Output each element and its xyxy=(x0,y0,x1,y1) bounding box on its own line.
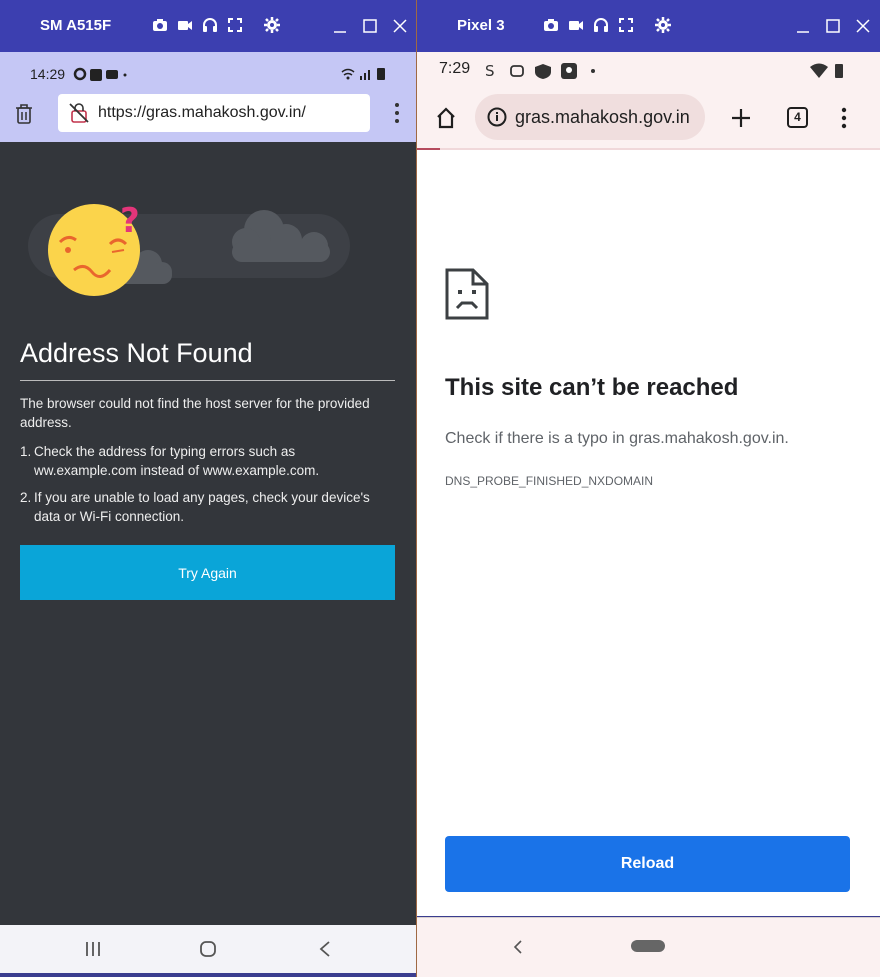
settings-icon[interactable] xyxy=(264,17,280,33)
minimize-icon[interactable] xyxy=(332,17,348,35)
error-page: This site can’t be reached Check if ther… xyxy=(417,150,880,916)
error-code: DNS_PROBE_FINISHED_NXDOMAIN xyxy=(445,474,654,488)
headphones-icon[interactable] xyxy=(202,17,218,33)
info-icon[interactable] xyxy=(487,107,507,127)
home-icon[interactable] xyxy=(199,940,217,958)
list-text: Check the address for typing errors such… xyxy=(34,444,320,478)
error-heading: Address Not Found xyxy=(20,338,253,368)
nav-bar xyxy=(0,925,416,973)
divider xyxy=(20,380,395,381)
fullscreen-icon[interactable] xyxy=(618,17,634,33)
close-icon[interactable] xyxy=(392,17,408,35)
camera-icon[interactable] xyxy=(152,17,168,33)
address-bar[interactable]: https://gras.mahakosh.gov.in/ xyxy=(58,94,370,132)
reload-button[interactable]: Reload xyxy=(445,836,850,892)
window-titlebar[interactable]: Pixel 3 xyxy=(417,0,880,52)
wifi-battery-icons xyxy=(810,63,843,78)
video-icon[interactable] xyxy=(177,17,193,33)
recents-icon[interactable] xyxy=(84,941,102,957)
more-vert-icon[interactable] xyxy=(841,107,847,129)
error-illustration: ? xyxy=(28,201,350,296)
wifi-signal-battery-icons xyxy=(341,68,385,80)
list-text: If you are unable to load any pages, che… xyxy=(34,490,370,524)
tab-count: 4 xyxy=(794,110,801,124)
no-lock-icon[interactable] xyxy=(68,102,90,124)
list-number: 2. xyxy=(20,490,32,505)
sad-document-icon xyxy=(445,268,489,320)
status-time: 14:29 xyxy=(30,66,66,82)
video-icon[interactable] xyxy=(568,17,584,33)
notification-icons xyxy=(73,67,127,81)
browser-toolbar: gras.mahakosh.gov.in 4 xyxy=(417,92,880,148)
error-page: ? Address Not Found The browser could no… xyxy=(0,142,416,925)
list-item: 1. Check the address for typing errors s… xyxy=(20,442,395,480)
status-bar: 7:29 S xyxy=(417,52,880,92)
home-icon[interactable] xyxy=(435,107,457,129)
url-text: https://gras.mahakosh.gov.in/ xyxy=(98,104,306,121)
list-item: 2. If you are unable to load any pages, … xyxy=(20,488,395,526)
address-bar[interactable]: gras.mahakosh.gov.in xyxy=(475,94,705,140)
plus-icon[interactable] xyxy=(731,108,751,128)
error-body: The browser could not find the host serv… xyxy=(20,394,395,534)
home-pill-icon[interactable] xyxy=(631,940,665,952)
svg-text:S: S xyxy=(485,62,495,80)
minimize-icon[interactable] xyxy=(795,17,811,35)
try-again-button[interactable]: Try Again xyxy=(20,545,395,600)
tabs-icon[interactable]: 4 xyxy=(787,107,808,128)
error-description: The browser could not find the host serv… xyxy=(20,396,370,430)
maximize-icon[interactable] xyxy=(825,17,841,35)
error-heading: This site can’t be reached xyxy=(445,374,739,401)
status-time: 7:29 xyxy=(439,60,471,77)
fullscreen-icon[interactable] xyxy=(227,17,243,33)
maximize-icon[interactable] xyxy=(362,17,378,35)
more-vert-icon[interactable] xyxy=(394,102,400,124)
status-bar: 14:29 xyxy=(0,52,416,94)
browser-toolbar: https://gras.mahakosh.gov.in/ xyxy=(0,94,416,142)
pixel-mirror-window: Pixel 3 7:29 S gras.mahakosh.gov.in 4 Th… xyxy=(417,0,880,977)
svg-text:?: ? xyxy=(120,201,140,241)
list-number: 1. xyxy=(20,444,32,459)
window-titlebar[interactable]: SM A515F xyxy=(0,0,416,52)
error-message: Check if there is a typo in gras.mahakos… xyxy=(445,430,789,447)
close-icon[interactable] xyxy=(855,17,871,35)
trash-icon[interactable] xyxy=(15,104,33,124)
samsung-mirror-window: SM A515F 14:29 https://gras.mahakosh.gov… xyxy=(0,0,416,977)
window-title: Pixel 3 xyxy=(457,17,505,34)
notification-icons: S xyxy=(485,62,595,80)
headphones-icon[interactable] xyxy=(593,17,609,33)
url-text: gras.mahakosh.gov.in xyxy=(515,107,690,127)
back-icon[interactable] xyxy=(513,940,523,954)
camera-icon[interactable] xyxy=(543,17,559,33)
back-icon[interactable] xyxy=(318,940,332,958)
nav-bar xyxy=(417,917,880,977)
settings-icon[interactable] xyxy=(655,17,671,33)
window-title: SM A515F xyxy=(40,17,112,34)
